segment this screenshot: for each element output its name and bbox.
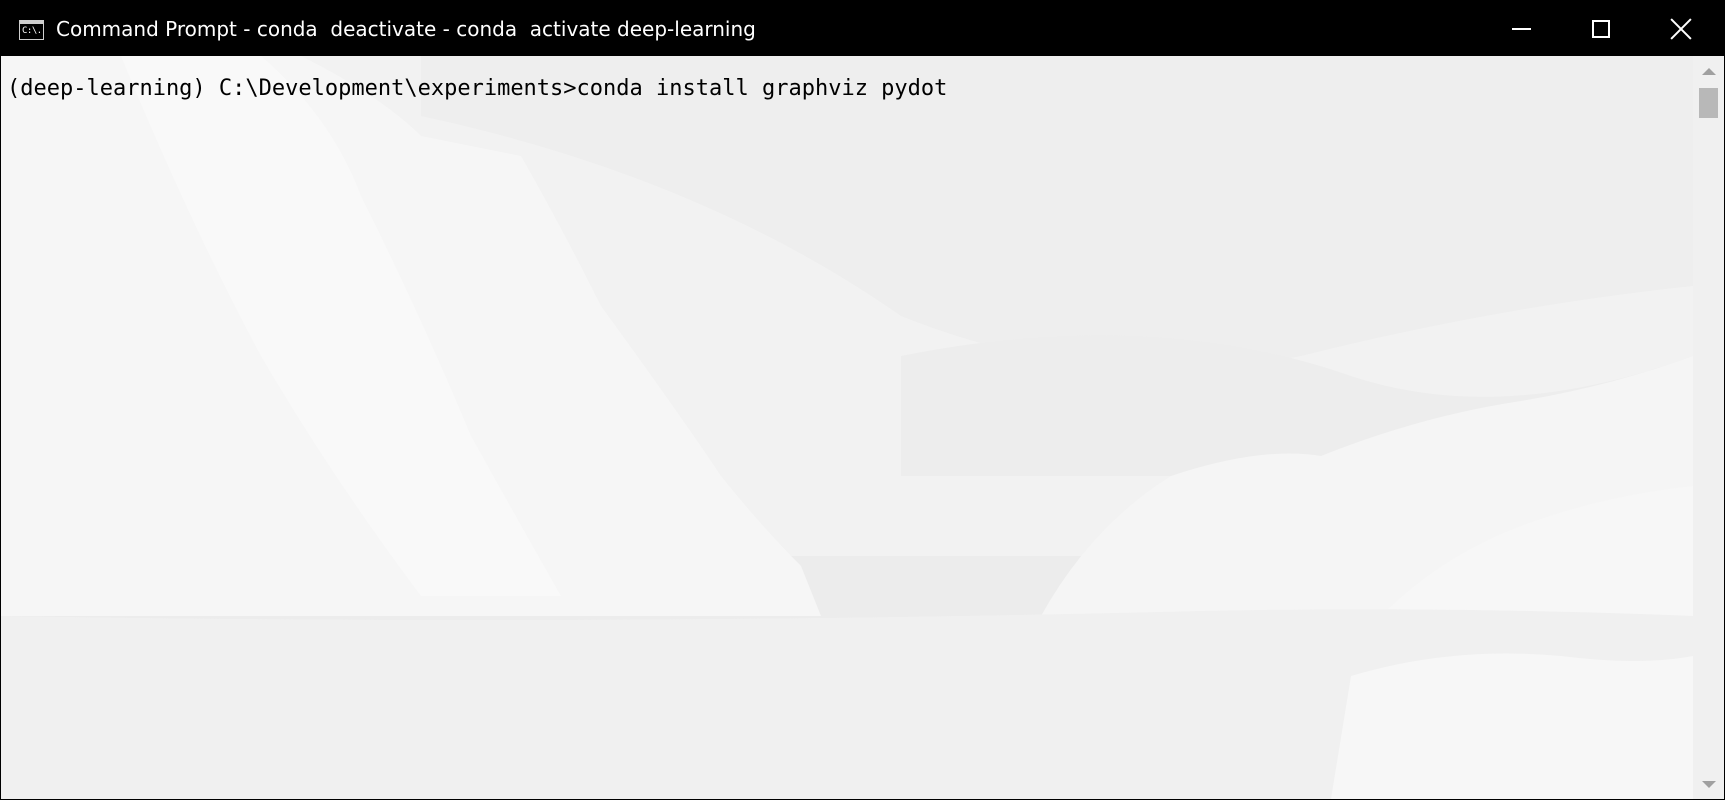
- command-prompt-path: (deep-learning) C:\Development\experimen…: [7, 76, 577, 101]
- chevron-up-icon[interactable]: [1693, 56, 1724, 86]
- title-bar[interactable]: C:\. Command Prompt - conda deactivate -…: [1, 1, 1724, 56]
- minimize-icon: [1511, 27, 1531, 30]
- console-icon-label: C:\.: [22, 26, 42, 36]
- command-prompt-window: C:\. Command Prompt - conda deactivate -…: [0, 0, 1725, 800]
- window-title: Command Prompt - conda deactivate - cond…: [56, 17, 756, 41]
- maximize-icon: [1592, 19, 1610, 38]
- console-line: (deep-learning) C:\Development\experimen…: [7, 76, 947, 102]
- minimize-button[interactable]: [1481, 1, 1561, 56]
- console-icon[interactable]: C:\.: [19, 20, 44, 40]
- console-output[interactable]: (deep-learning) C:\Development\experimen…: [1, 56, 1693, 799]
- chevron-down-icon[interactable]: [1693, 769, 1724, 799]
- typed-command: conda install graphviz pydot: [576, 76, 948, 101]
- scrollbar-thumb[interactable]: [1699, 88, 1718, 118]
- close-button[interactable]: [1641, 1, 1721, 56]
- wallpaper-background: [1, 56, 1693, 799]
- vertical-scrollbar[interactable]: [1693, 56, 1724, 799]
- close-icon: [1670, 18, 1692, 40]
- maximize-button[interactable]: [1561, 1, 1641, 56]
